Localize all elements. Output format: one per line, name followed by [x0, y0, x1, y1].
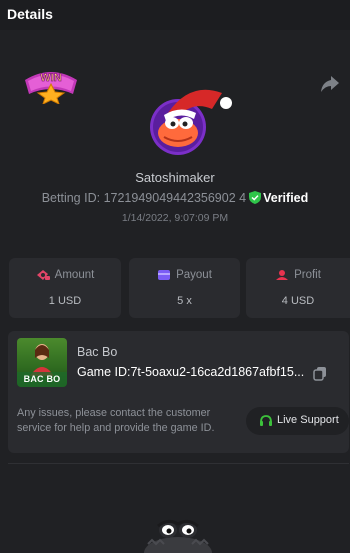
stat-value-payout: 5 x: [177, 295, 192, 307]
share-icon[interactable]: [320, 75, 340, 93]
wallet-icon: [158, 270, 171, 280]
game-thumbnail: BAC BO: [17, 338, 67, 387]
game-card: BAC BO Bac Bo Game ID:7t-5oaxu2-16ca2d18…: [8, 331, 349, 453]
win-badge-icon: WIN: [25, 72, 77, 104]
details-header: Details: [0, 0, 350, 30]
live-support-label: Live Support: [277, 414, 339, 426]
stat-card-profit: Profit 4 USD: [246, 258, 350, 318]
game-id: Game ID:7t-5oaxu2-16ca2d1867afbf15...: [77, 365, 305, 379]
stat-label-payout: Payout: [176, 269, 212, 281]
bet-timestamp: 1/14/2022, 9:07:09 PM: [121, 212, 229, 224]
live-support-button[interactable]: Live Support: [246, 407, 349, 435]
page-title: Details: [7, 6, 53, 22]
game-name: Bac Bo: [77, 345, 118, 359]
stat-card-payout: Payout 5 x: [129, 258, 240, 318]
win-badge-text: WIN: [40, 72, 61, 84]
betting-id-value: 1721949049442356902 4: [103, 191, 247, 205]
game-thumbnail-label: BAC BO: [23, 374, 61, 384]
headset-icon: [260, 415, 272, 426]
copy-icon[interactable]: [313, 366, 327, 381]
stat-label-profit: Profit: [294, 269, 321, 281]
betting-id-line: Betting ID: 1721949049442356902 4 Verifie…: [0, 191, 350, 205]
verified-shield-icon: [249, 191, 262, 204]
stat-label-amount: Amount: [54, 269, 95, 281]
money-icon: [36, 270, 50, 280]
support-notice: Any issues, please contact the customer …: [17, 407, 215, 434]
username: Satoshimaker: [135, 170, 215, 185]
stat-value-profit: 4 USD: [281, 295, 315, 307]
betting-id-label: Betting ID:: [41, 191, 101, 205]
stat-value-amount: 1 USD: [48, 295, 82, 307]
verified-label: Verified: [263, 191, 309, 205]
avatar: [150, 89, 232, 155]
profit-icon: [276, 270, 289, 280]
section-divider: [8, 463, 349, 464]
stat-card-amount: Amount 1 USD: [9, 258, 121, 318]
crocodile-mascot-icon: [144, 519, 212, 553]
